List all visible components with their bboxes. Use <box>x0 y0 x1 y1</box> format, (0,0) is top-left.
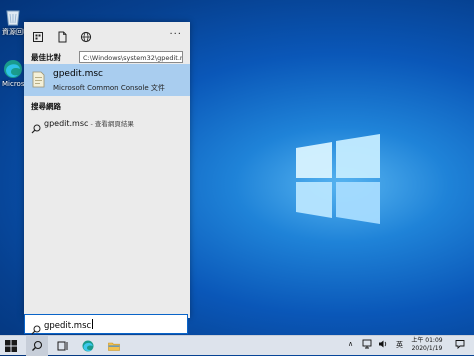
documents-icon[interactable] <box>56 28 68 43</box>
web-hint: - 查看網頁結果 <box>88 120 134 128</box>
taskbar-edge-button[interactable] <box>77 336 99 356</box>
best-match-result[interactable]: gpedit.msc Microsoft Common Console 文件 <box>24 64 190 96</box>
windows-logo <box>296 134 380 224</box>
system-clock[interactable]: 上午 01:09 2020/1/19 <box>408 337 446 353</box>
search-input-value: gpedit.msc <box>44 319 94 331</box>
network-icon[interactable] <box>362 339 372 351</box>
search-icon <box>31 320 41 335</box>
apps-icon[interactable] <box>32 28 44 42</box>
desktop-icon-edge[interactable]: Micros Edg <box>2 58 41 88</box>
web-search-result[interactable]: gpedit.msc - 查看網頁結果 <box>24 116 190 134</box>
text-caret <box>92 319 94 329</box>
search-icon <box>32 340 43 351</box>
result-name: gpedit.msc <box>53 69 103 79</box>
search-icon <box>31 119 41 134</box>
recycle-bin-icon <box>2 6 24 28</box>
start-button[interactable] <box>0 336 22 356</box>
windows-start-icon <box>5 340 17 352</box>
search-input[interactable]: gpedit.msc <box>24 314 188 335</box>
action-center-icon[interactable] <box>455 339 465 351</box>
result-subtitle: Microsoft Common Console 文件 <box>53 84 165 92</box>
web-query: gpedit.msc <box>44 119 89 128</box>
ime-indicator[interactable]: 英 <box>396 340 403 350</box>
volume-icon[interactable] <box>378 339 388 351</box>
search-text: gpedit.msc <box>44 321 92 331</box>
search-results-panel: ... 最佳比對 C:\Windows\system32\gpedit.msc … <box>24 22 190 318</box>
path-tooltip: C:\Windows\system32\gpedit.msc <box>79 51 183 63</box>
web-result-text: gpedit.msc - 查看網頁結果 <box>44 118 134 128</box>
edge-icon <box>2 58 24 80</box>
web-search-heading: 搜尋網路 <box>31 102 61 111</box>
desktop-icon-recycle-bin[interactable]: 資源回收筒 <box>2 6 37 36</box>
taskbar-explorer-button[interactable] <box>103 336 125 356</box>
notification-chevron-icon[interactable]: ∧ <box>348 340 353 348</box>
panel-toolbar: ... <box>24 22 190 46</box>
clock-time: 上午 01:09 <box>411 337 443 344</box>
clock-date: 2020/1/19 <box>411 345 443 352</box>
folder-icon <box>108 342 120 351</box>
edge-icon <box>82 340 94 352</box>
task-view-button[interactable] <box>52 336 74 356</box>
taskbar-search-button[interactable] <box>26 336 48 356</box>
desktop-icon-label: Micros Edg <box>2 80 41 88</box>
more-options-button[interactable]: ... <box>169 26 182 37</box>
taskbar: ∧ 英 上午 01:09 2020/1/19 <box>0 335 474 356</box>
msc-file-icon <box>32 71 45 88</box>
desktop-icon-label: 資源回收筒 <box>2 28 37 36</box>
task-view-icon <box>57 341 68 351</box>
web-globe-icon[interactable] <box>80 28 92 43</box>
best-match-heading: 最佳比對 <box>31 53 61 62</box>
